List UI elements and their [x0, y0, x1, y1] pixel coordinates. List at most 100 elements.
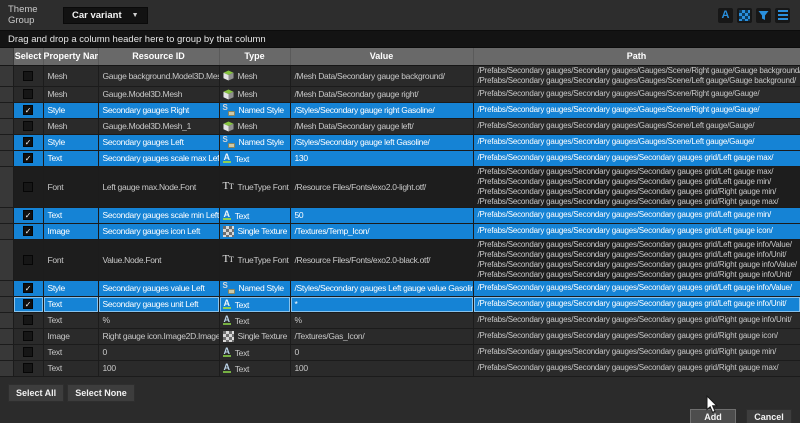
- resource-id-cell: 0: [98, 344, 219, 360]
- text-icon: A: [223, 347, 231, 357]
- row-checkbox[interactable]: [23, 71, 33, 81]
- type-label: Text: [235, 153, 249, 163]
- value-cell: /Styles/Secondary gauge right Gasoline/: [290, 102, 473, 118]
- row-checkbox[interactable]: [23, 182, 33, 192]
- column-header-type[interactable]: Type: [219, 48, 290, 65]
- column-header-property-name[interactable]: Property Name: [43, 48, 98, 65]
- row-checkbox[interactable]: ✓: [23, 137, 33, 147]
- resource-id-cell: Gauge.Model3D.Mesh_1: [98, 118, 219, 134]
- table-row[interactable]: ✓TextSecondary gauges unit LeftAText*/Pr…: [0, 296, 800, 312]
- table-row[interactable]: MeshGauge.Model3D.Mesh_1Mesh/Mesh Data/S…: [0, 118, 800, 134]
- select-cell: [13, 328, 43, 344]
- table-row[interactable]: MeshGauge.Model3D.MeshMesh/Mesh Data/Sec…: [0, 86, 800, 102]
- table-row[interactable]: Text0AText0/Prefabs/Secondary gauges/Sec…: [0, 344, 800, 360]
- add-button[interactable]: Add: [690, 409, 736, 423]
- row-checkbox[interactable]: [23, 89, 33, 99]
- table-row[interactable]: ✓ImageSecondary gauges icon LeftSingle T…: [0, 223, 800, 239]
- path-cell: /Prefabs/Secondary gauges/Secondary gaug…: [473, 296, 800, 312]
- table-row[interactable]: FontLeft gauge max.Node.FontTTTrueType F…: [0, 166, 800, 207]
- table-row[interactable]: ImageRight gauge icon.Image2D.ImageSingl…: [0, 328, 800, 344]
- table-row[interactable]: FontValue.Node.FontTTTrueType Font/Resou…: [0, 239, 800, 280]
- select-cell: [13, 86, 43, 102]
- path-line: /Prefabs/Secondary gauges/Secondary gaug…: [478, 177, 796, 187]
- type-cell: TTTrueType Font: [219, 166, 290, 207]
- select-cell: ✓: [13, 102, 43, 118]
- row-checkbox[interactable]: ✓: [23, 226, 33, 236]
- font-a-icon[interactable]: A: [718, 8, 733, 23]
- type-label: Mesh: [238, 121, 258, 131]
- menu-icon[interactable]: [775, 8, 790, 23]
- mesh-icon: [223, 121, 234, 132]
- table-row[interactable]: ✓StyleSecondary gauges RightSNamed Style…: [0, 102, 800, 118]
- column-header-path[interactable]: Path: [473, 48, 800, 65]
- resource-id-cell: Secondary gauges scale max Left: [98, 150, 219, 166]
- row-checkbox[interactable]: [23, 255, 33, 265]
- resource-id-cell: Secondary gauges value Left: [98, 280, 219, 296]
- dialog-buttons: Add Cancel: [690, 409, 792, 423]
- single-texture-icon: [223, 226, 234, 237]
- row-checkbox[interactable]: ✓: [23, 105, 33, 115]
- property-name-cell: Mesh: [43, 65, 98, 86]
- theme-group-dropdown[interactable]: Car variant ▼: [63, 7, 148, 24]
- row-checkbox[interactable]: ✓: [23, 283, 33, 293]
- cancel-button[interactable]: Cancel: [746, 409, 792, 423]
- gutter-header: [0, 48, 13, 65]
- row-gutter: [0, 102, 13, 118]
- named-style-icon: S: [223, 282, 235, 294]
- text-icon: A: [223, 153, 231, 163]
- property-name-cell: Font: [43, 239, 98, 280]
- select-cell: [13, 166, 43, 207]
- resource-id-cell: Secondary gauges Right: [98, 102, 219, 118]
- type-cell: SNamed Style: [219, 134, 290, 150]
- select-all-button[interactable]: Select All: [8, 384, 64, 402]
- table-row[interactable]: ✓TextSecondary gauges scale min LeftATex…: [0, 207, 800, 223]
- select-none-button[interactable]: Select None: [67, 384, 135, 402]
- column-header-resource-id[interactable]: Resource ID: [98, 48, 219, 65]
- resource-id-cell: Secondary gauges icon Left: [98, 223, 219, 239]
- table-row[interactable]: ✓StyleSecondary gauges value LeftSNamed …: [0, 280, 800, 296]
- row-checkbox[interactable]: ✓: [23, 210, 33, 220]
- type-cell: SNamed Style: [219, 102, 290, 118]
- value-cell: /Styles/Secondary gauges Left gauge valu…: [290, 280, 473, 296]
- filter-icon[interactable]: [756, 8, 771, 23]
- type-cell: Mesh: [219, 65, 290, 86]
- row-gutter: [0, 280, 13, 296]
- theme-properties-dialog: Theme Group Car variant ▼ A Drag and dro…: [0, 0, 800, 423]
- row-checkbox[interactable]: [23, 331, 33, 341]
- row-checkbox[interactable]: [23, 121, 33, 131]
- resource-id-cell: Secondary gauges Left: [98, 134, 219, 150]
- path-cell: /Prefabs/Secondary gauges/Secondary gaug…: [473, 134, 800, 150]
- type-label: Single Texture: [238, 226, 288, 236]
- type-cell: A Text: [219, 150, 290, 166]
- row-checkbox[interactable]: ✓: [23, 153, 33, 163]
- path-cell: /Prefabs/Secondary gauges/Secondary gaug…: [473, 312, 800, 328]
- table-row[interactable]: Text%AText%/Prefabs/Secondary gauges/Sec…: [0, 312, 800, 328]
- value-cell: /Styles/Secondary gauge left Gasoline/: [290, 134, 473, 150]
- table-row[interactable]: ✓StyleSecondary gauges LeftSNamed Style/…: [0, 134, 800, 150]
- row-checkbox[interactable]: ✓: [23, 299, 33, 309]
- row-checkbox[interactable]: [23, 315, 33, 325]
- type-label: Text: [235, 363, 249, 373]
- table-row[interactable]: Text100AText100/Prefabs/Secondary gauges…: [0, 360, 800, 376]
- group-by-bar[interactable]: Drag and drop a column header here to gr…: [0, 30, 800, 48]
- column-header-select[interactable]: Select: [13, 48, 43, 65]
- selection-buttons: Select All Select None: [8, 384, 135, 402]
- single-texture-icon: [223, 331, 234, 342]
- table-row[interactable]: MeshGauge background.Model3D.MeshMesh/Me…: [0, 65, 800, 86]
- row-gutter: [0, 166, 13, 207]
- path-cell: /Prefabs/Secondary gauges/Secondary gaug…: [473, 102, 800, 118]
- table-row[interactable]: ✓ Text Secondary gauges scale max LeftA Tex…: [0, 150, 800, 166]
- property-name-cell: Text: [43, 360, 98, 376]
- property-name-cell: Style: [43, 280, 98, 296]
- resource-id-cell: Value.Node.Font: [98, 239, 219, 280]
- path-line: /Prefabs/Secondary gauges/Secondary gaug…: [478, 197, 796, 207]
- row-checkbox[interactable]: [23, 363, 33, 373]
- named-style-icon: S: [223, 136, 235, 148]
- path-line: /Prefabs/Secondary gauges/Secondary gaug…: [478, 270, 796, 280]
- value-cell: %: [290, 312, 473, 328]
- column-header-value[interactable]: Value: [290, 48, 473, 65]
- row-checkbox[interactable]: [23, 347, 33, 357]
- texture-icon[interactable]: [737, 8, 752, 23]
- path-cell: /Prefabs/Secondary gauges/Secondary gaug…: [473, 328, 800, 344]
- select-cell: ✓: [13, 223, 43, 239]
